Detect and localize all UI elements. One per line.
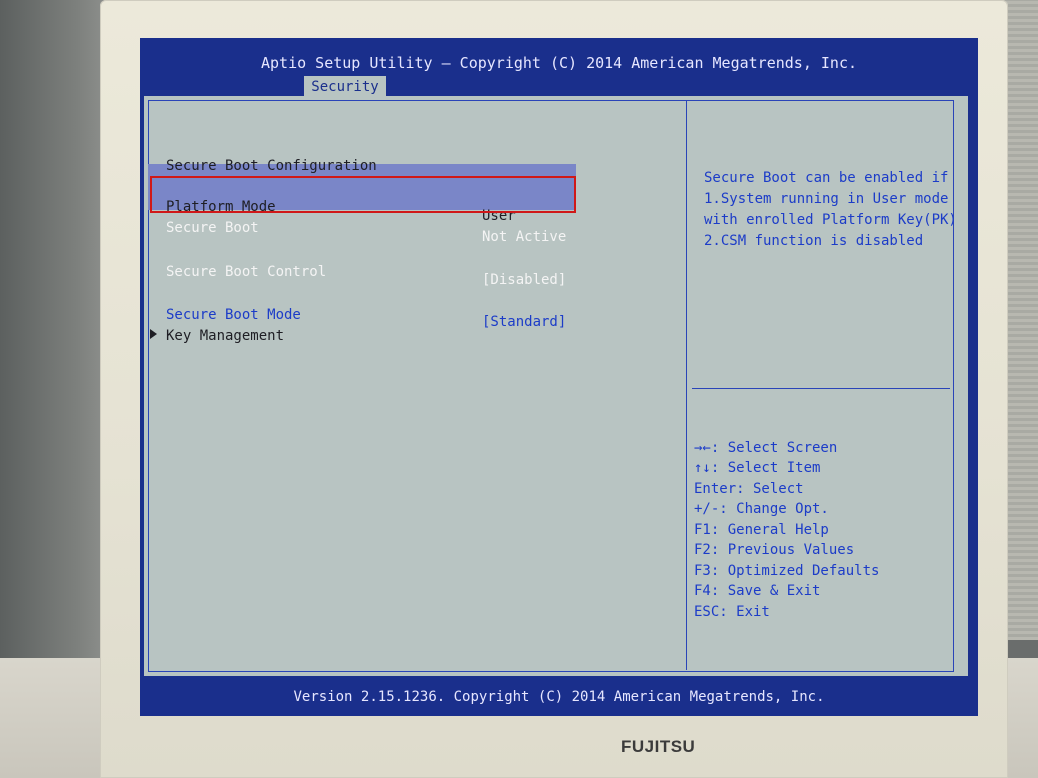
key-hint: ↑↓: Select Item xyxy=(694,460,821,476)
key-hint: F1: General Help xyxy=(694,522,829,538)
key-hint: +/-: Change Opt. xyxy=(694,501,829,517)
panel-divider-vertical xyxy=(686,100,687,670)
key-hint: F2: Previous Values xyxy=(694,542,855,558)
help-line: 1.System running in User mode xyxy=(704,191,949,207)
help-line: Secure Boot can be enabled if xyxy=(704,170,949,186)
help-line: 2.CSM function is disabled xyxy=(704,233,924,249)
bios-screen: Aptio Setup Utility – Copyright (C) 2014… xyxy=(140,38,978,716)
secure-boot-control-value[interactable]: [Disabled] xyxy=(482,272,566,288)
secure-boot-value: Not Active xyxy=(482,229,567,245)
key-hint: →←: Select Screen xyxy=(694,440,838,456)
monitor-brand-logo: FUJITSU xyxy=(621,737,696,756)
secure-boot-label[interactable]: Secure Boot xyxy=(166,220,259,236)
key-hint: F4: Save & Exit xyxy=(694,583,821,599)
bios-footer-version: Version 2.15.1236. Copyright (C) 2014 Am… xyxy=(140,686,978,708)
key-management-item[interactable]: Key Management xyxy=(166,328,284,344)
tab-security[interactable]: Security xyxy=(304,76,386,98)
panel-divider-horizontal xyxy=(692,388,950,389)
help-line: with enrolled Platform Key(PK) xyxy=(704,212,957,228)
secure-boot-control-label[interactable]: Secure Boot Control xyxy=(166,264,326,280)
bios-content-panel: Secure Boot Configuration Platform Mode … xyxy=(144,96,968,676)
submenu-arrow-icon xyxy=(150,329,157,339)
key-hint: Enter: Select xyxy=(694,481,804,497)
section-title: Secure Boot Configuration xyxy=(166,158,377,174)
annotation-red-box xyxy=(150,176,576,213)
secure-boot-mode-label[interactable]: Secure Boot Mode xyxy=(166,307,301,323)
bios-header-title: Aptio Setup Utility – Copyright (C) 2014… xyxy=(260,54,858,72)
key-hint: ESC: Exit xyxy=(694,604,770,620)
key-hint: F3: Optimized Defaults xyxy=(694,563,880,579)
secure-boot-mode-value[interactable]: [Standard] xyxy=(482,314,566,330)
